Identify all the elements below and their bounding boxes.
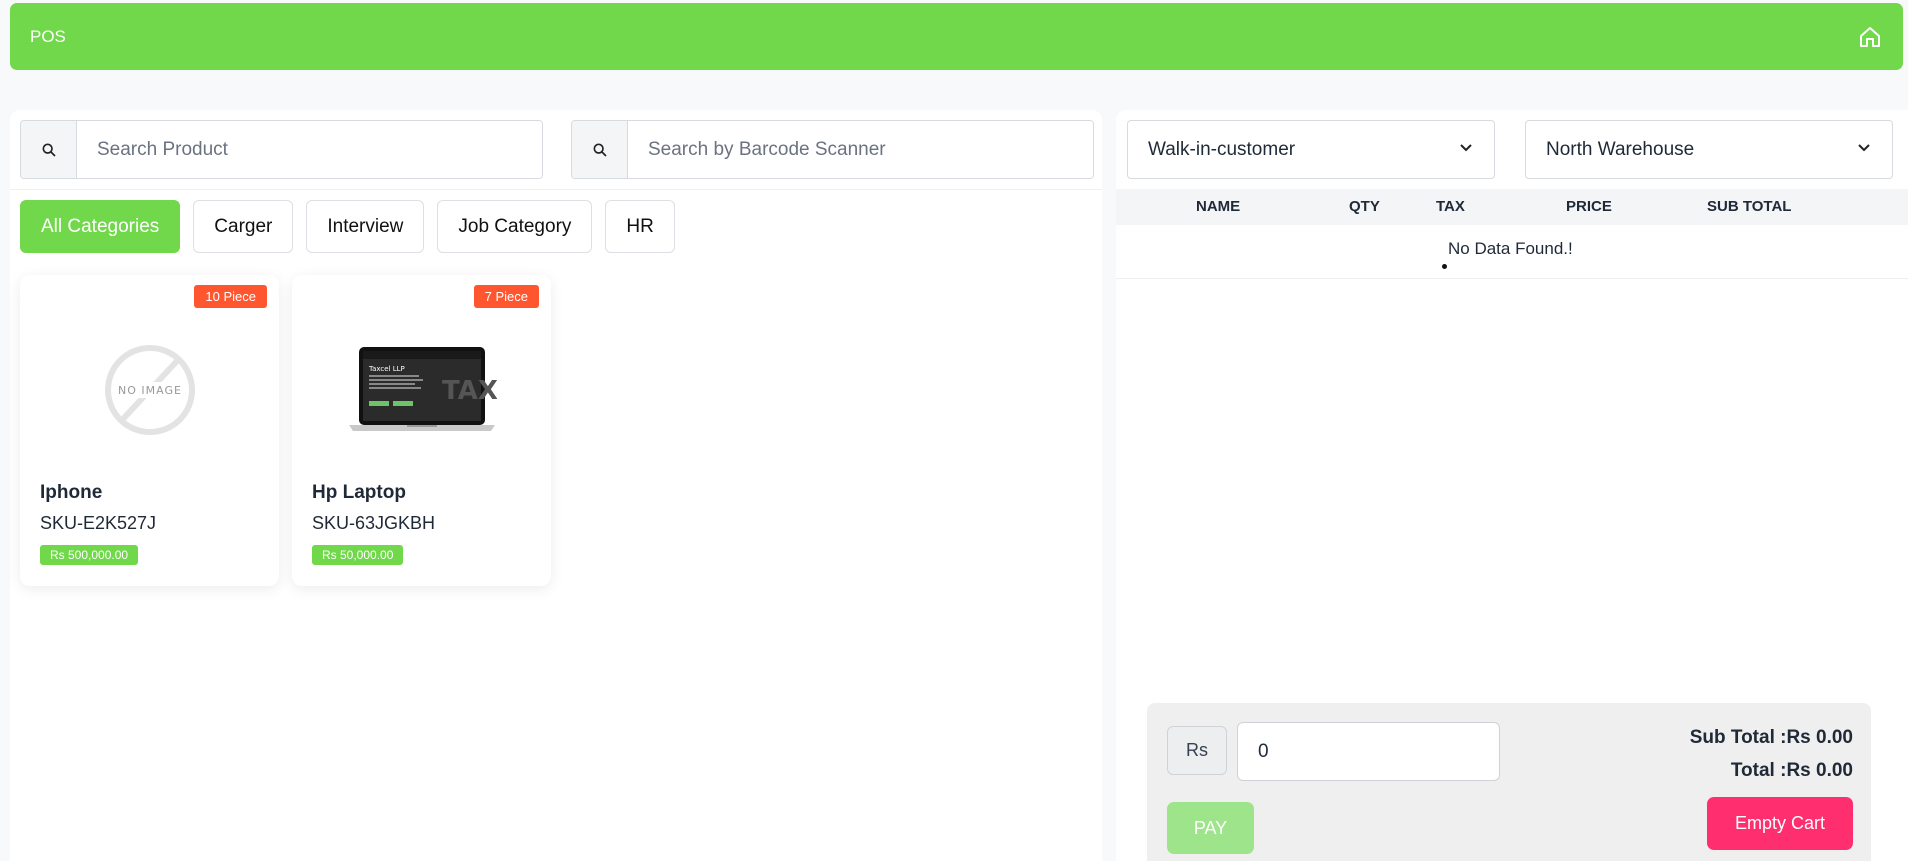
- category-job[interactable]: Job Category: [437, 200, 593, 253]
- customer-value: Walk-in-customer: [1148, 138, 1296, 160]
- home-icon[interactable]: [1857, 24, 1883, 50]
- laptop-image: Taxcel LLP TAX: [292, 320, 551, 460]
- svg-text:NO IMAGE: NO IMAGE: [118, 384, 182, 397]
- svg-text:TAX: TAX: [442, 376, 497, 406]
- chevron-down-icon: [1458, 139, 1474, 161]
- chevron-down-icon: [1856, 139, 1872, 161]
- svg-text:Taxcel LLP: Taxcel LLP: [368, 365, 405, 373]
- category-carger[interactable]: Carger: [193, 200, 294, 253]
- page-title: POS: [30, 26, 66, 46]
- empty-cart-button[interactable]: Empty Cart: [1707, 797, 1853, 850]
- cart-table-header: NAME QTY TAX PRICE SUB TOTAL: [1116, 189, 1908, 225]
- cart-panel: Walk-in-customer North Warehouse NAME QT…: [1116, 110, 1908, 861]
- product-search: [20, 120, 543, 179]
- product-name: Hp Laptop: [312, 482, 406, 503]
- amount-input[interactable]: [1237, 722, 1500, 781]
- product-sku: SKU-63JGKBH: [312, 513, 436, 533]
- product-price: Rs 500,000.00: [40, 545, 139, 565]
- category-all[interactable]: All Categories: [20, 200, 181, 253]
- category-interview[interactable]: Interview: [306, 200, 425, 253]
- search-icon: [21, 121, 77, 178]
- search-product-input[interactable]: [77, 121, 542, 178]
- product-card[interactable]: 10 Piece NO IMAGE Iphone SKU-E2K527J Rs …: [20, 275, 279, 586]
- subtotal-text: Sub Total :Rs 0.00: [1689, 727, 1853, 748]
- total-text: Total :Rs 0.00: [1730, 760, 1853, 781]
- barcode-search-input[interactable]: [628, 121, 1093, 178]
- currency-label: Rs: [1167, 726, 1227, 775]
- product-price: Rs 50,000.00: [312, 545, 404, 565]
- pay-button[interactable]: PAY: [1167, 802, 1254, 854]
- warehouse-select[interactable]: North Warehouse: [1525, 120, 1893, 179]
- barcode-search: [571, 120, 1094, 179]
- no-data-message: No Data Found.!: [1448, 239, 1573, 258]
- totals: Sub Total :Rs 0.00 Total :Rs 0.00: [1690, 721, 1853, 787]
- customer-select[interactable]: Walk-in-customer: [1127, 120, 1495, 179]
- column-qty: QTY: [1349, 198, 1380, 215]
- stock-badge: 7 Piece: [473, 285, 539, 308]
- search-icon: [572, 121, 628, 178]
- category-tabs: All Categories Carger Interview Job Cate…: [20, 200, 675, 253]
- no-image-icon: NO IMAGE: [20, 320, 279, 460]
- divider: [10, 189, 1102, 190]
- column-name: NAME: [1196, 198, 1241, 215]
- product-sku: SKU-E2K527J: [40, 513, 157, 533]
- column-subtotal: SUB TOTAL: [1707, 198, 1792, 215]
- bullet: [1442, 264, 1447, 269]
- payment-footer: Rs Sub Total :Rs 0.00 Total :Rs 0.00 PAY…: [1147, 703, 1871, 861]
- category-hr[interactable]: HR: [605, 200, 675, 253]
- top-bar: POS: [10, 3, 1903, 70]
- product-name: Iphone: [40, 482, 103, 503]
- warehouse-value: North Warehouse: [1546, 138, 1695, 160]
- column-price: PRICE: [1566, 198, 1612, 215]
- product-card[interactable]: 7 Piece Taxcel LLP TAX Hp Laptop SKU-63J…: [292, 275, 551, 586]
- product-panel: All Categories Carger Interview Job Cate…: [10, 110, 1102, 861]
- column-tax: TAX: [1436, 198, 1465, 215]
- stock-badge: 10 Piece: [194, 285, 267, 308]
- empty-cart-row: No Data Found.!: [1116, 225, 1908, 279]
